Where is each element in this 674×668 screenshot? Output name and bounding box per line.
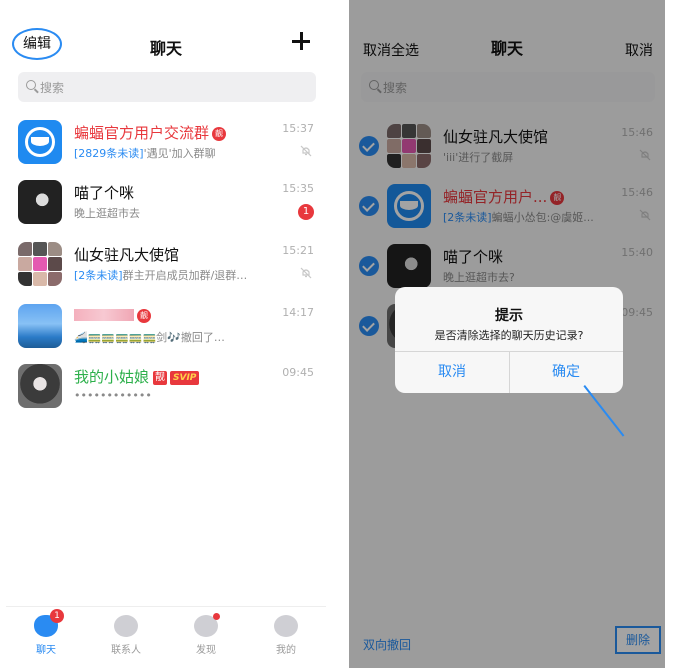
chat-list-screen: 编辑 聊天 搜索 蝙蝠官方用户交流群靓 [2829条未读]'遇见'加入群聊 15…: [6, 0, 326, 668]
search-placeholder: 搜索: [40, 81, 65, 95]
dialog-cancel-button[interactable]: 取消: [395, 351, 509, 393]
chat-time: 15:35: [282, 182, 314, 195]
chat-row-girl[interactable]: 我的小姑娘靓 SVIP •••••••••••• 09:45: [6, 356, 326, 416]
chat-name: 蝙蝠官方用户交流群靓: [74, 122, 227, 143]
fairy-group-avatar: [18, 242, 62, 286]
bat-group-avatar: [18, 120, 62, 164]
chat-time: 14:17: [282, 306, 314, 319]
dialog-message: 是否清除选择的聊天历史记录?: [434, 329, 584, 342]
liang-badge: 靓: [137, 309, 151, 323]
chat-preview: [2条未读]群主开启成员加群/退群…: [74, 269, 248, 282]
top-bar: 编辑 聊天: [6, 24, 326, 68]
chat-time: 09:45: [282, 366, 314, 379]
dialog-title: 提示: [495, 308, 523, 324]
liang-tag: 靓: [153, 371, 168, 385]
palm-tree-avatar: [18, 304, 62, 348]
planet-icon: [194, 613, 220, 637]
contacts-icon: [114, 615, 138, 637]
search-bar[interactable]: 搜索: [18, 72, 316, 102]
chat-icon: 1: [34, 609, 64, 637]
liang-badge: 靓: [212, 127, 227, 141]
mute-bell-icon: [300, 145, 312, 157]
svip-tag: SVIP: [170, 371, 200, 385]
chat-name: 我的小姑娘靓 SVIP: [74, 366, 200, 387]
unread-badge: 1: [298, 204, 314, 220]
notification-dot: [213, 613, 220, 620]
chat-name: 喵了个咪: [74, 184, 135, 202]
chat-name: 靓: [74, 306, 151, 324]
tab-discover[interactable]: 发现: [176, 613, 236, 656]
dialog-confirm-button[interactable]: 确定: [509, 351, 623, 393]
chat-time: 15:21: [282, 244, 314, 257]
chat-name: 仙女驻凡大使馆: [74, 246, 180, 264]
chat-row-blurred[interactable]: 靓 🚄🚃🚃🚃🚃🚃剑🎶撤回了… 14:17: [6, 296, 326, 356]
tab-bar: 1 聊天 联系人 发现 我的: [6, 606, 326, 668]
chat-row-fairy[interactable]: 仙女驻凡大使馆 [2条未读]群主开启成员加群/退群… 15:21: [6, 234, 326, 294]
chat-row-meow[interactable]: 喵了个咪 晚上逛超市去 15:35 1: [6, 172, 326, 232]
girl-avatar: [18, 364, 62, 408]
chat-row-bat-group[interactable]: 蝙蝠官方用户交流群靓 [2829条未读]'遇见'加入群聊 15:37: [6, 112, 326, 172]
person-icon: [274, 615, 298, 637]
tab-chat[interactable]: 1 聊天: [16, 609, 76, 656]
chat-preview: 🚄🚃🚃🚃🚃🚃剑🎶撤回了…: [74, 331, 225, 344]
confirm-dialog: 提示 是否清除选择的聊天历史记录? 取消 确定: [395, 287, 623, 393]
page-title: 聊天: [149, 39, 182, 58]
chat-time: 15:37: [282, 122, 314, 135]
chat-select-screen: 取消全选 聊天 取消 搜索 仙女驻凡大使馆 'iii'进行了截屏 15:46 蝙…: [349, 0, 665, 668]
chat-preview: ••••••••••••: [74, 389, 152, 402]
blurred-name: [74, 309, 134, 321]
tab-contacts[interactable]: 联系人: [96, 615, 156, 656]
search-icon: [26, 80, 36, 90]
tab-me[interactable]: 我的: [256, 615, 316, 656]
plus-icon[interactable]: [288, 28, 314, 54]
chat-preview: [2829条未读]'遇见'加入群聊: [74, 147, 216, 160]
meow-avatar: [18, 180, 62, 224]
chat-preview: 晚上逛超市去: [74, 207, 140, 220]
tab-badge: 1: [50, 609, 64, 623]
mute-bell-icon: [300, 267, 312, 279]
